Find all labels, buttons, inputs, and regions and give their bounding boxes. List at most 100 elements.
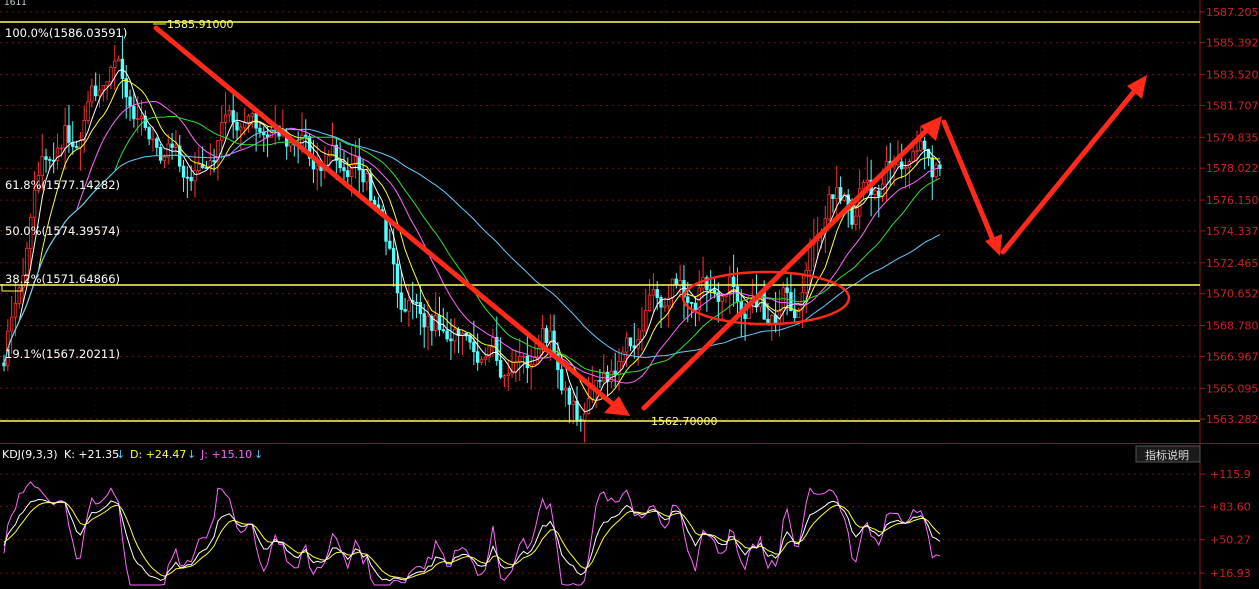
candle-down [449, 338, 453, 342]
candle-up [101, 84, 106, 91]
kdj-k-value: K: +21.35 [64, 448, 119, 461]
candle-up [59, 147, 63, 150]
candle-down [212, 160, 216, 163]
candle-down [189, 176, 193, 182]
candle-up [537, 348, 541, 358]
fib-label-618: 61.8%(1577.14282) [5, 178, 120, 192]
candle-up [934, 164, 938, 178]
candle-down [930, 157, 934, 178]
candle-down [304, 134, 308, 137]
candle-up [9, 316, 14, 332]
high-price-label: 1585.91000 [167, 18, 233, 31]
candle-up [563, 387, 568, 391]
kdj-k-down-icon: ↓ [116, 448, 125, 461]
candle-down [689, 302, 694, 304]
candle-down [158, 147, 163, 161]
fib-label-191: 19.1%(1567.20211) [5, 347, 120, 361]
candle-up [116, 58, 121, 62]
kdj-j-value: J: +15.10 [200, 448, 252, 461]
candle-up [835, 187, 839, 200]
fib-label-100: 100.0%(1586.03591) [5, 26, 127, 40]
candle-down [628, 337, 633, 347]
candle-down [74, 146, 79, 148]
kdj-axis-label: +50.27 [1210, 534, 1251, 547]
header-fragment: 1611 [4, 0, 27, 8]
candle-up [521, 355, 526, 358]
candle-down [575, 400, 579, 421]
candle-down [395, 263, 400, 294]
candle-down [655, 289, 659, 298]
candle-down [170, 143, 174, 148]
candle-down [258, 127, 262, 133]
candle-down [124, 78, 128, 98]
price-axis-label: 1579.835 [1206, 131, 1259, 144]
candle-up [288, 142, 293, 147]
candle-up [506, 373, 510, 377]
candle-down [544, 328, 549, 343]
kdj-j-down-icon: ↓ [254, 448, 263, 461]
candle-down [342, 167, 346, 172]
chart-canvas[interactable]: 1587.205 1585.392 1583.520 1581.707 1579.835… [0, 0, 1259, 589]
kdj-axis-label: +83.60 [1210, 500, 1251, 513]
candle-down [204, 167, 209, 169]
candle-down [185, 176, 190, 179]
candle-up [40, 156, 44, 177]
candle-down [132, 105, 136, 120]
candle-up [135, 118, 140, 121]
candle-down [922, 140, 927, 150]
candle-up [502, 375, 507, 378]
candle-down [498, 360, 503, 378]
help-button-label[interactable]: 指标说明 [1145, 448, 1189, 462]
candle-up [220, 121, 224, 141]
candle-up [865, 179, 870, 183]
candle-up [105, 81, 109, 86]
candle-down [598, 379, 602, 382]
candle-down [361, 169, 365, 183]
candle-down [693, 302, 698, 311]
candle-down [686, 296, 690, 303]
price-axis-label: 1576.150 [1206, 194, 1259, 207]
candle-down [735, 286, 740, 302]
candle-down [475, 351, 480, 363]
candle-down [877, 190, 881, 197]
candle-up [315, 165, 319, 170]
candle-up [571, 400, 575, 405]
candle-up [491, 337, 495, 348]
candle-up [246, 115, 251, 123]
candle-up [63, 125, 67, 149]
candle-up [197, 164, 201, 171]
candle-down [155, 138, 159, 148]
candle-up [109, 66, 113, 83]
indicator-help-button[interactable]: 指标说明 [1135, 445, 1201, 463]
kdj-axis-label: +16.93 [1210, 567, 1251, 580]
candle-up [548, 330, 552, 343]
candle-up [873, 190, 877, 195]
fib-label-382: 38.2%(1571.64866) [5, 272, 120, 286]
candle-down [391, 247, 396, 265]
candle-up [32, 189, 37, 218]
candle-up [426, 315, 430, 328]
candle-up [433, 315, 438, 331]
candle-down [231, 110, 235, 123]
candle-down [831, 194, 835, 200]
candle-down [388, 240, 392, 249]
candle-down [785, 287, 789, 293]
candle-up [86, 101, 90, 121]
candle-up [250, 113, 254, 117]
candle-up [640, 330, 644, 340]
candle-down [560, 369, 564, 391]
candle-down [399, 292, 403, 310]
candle-up [227, 110, 232, 116]
candle-up [193, 170, 197, 182]
candle-down [674, 278, 679, 286]
candle-down [120, 58, 125, 79]
price-axis-label: 1583.520 [1206, 69, 1259, 82]
candle-up [624, 337, 629, 353]
candle-down [613, 370, 617, 376]
candle-down [743, 313, 747, 319]
price-axis-label: 1565.095 [1206, 382, 1259, 395]
candle-up [90, 85, 94, 103]
candle-down [422, 313, 426, 328]
candle-down [659, 297, 663, 308]
candle-up [647, 294, 652, 311]
